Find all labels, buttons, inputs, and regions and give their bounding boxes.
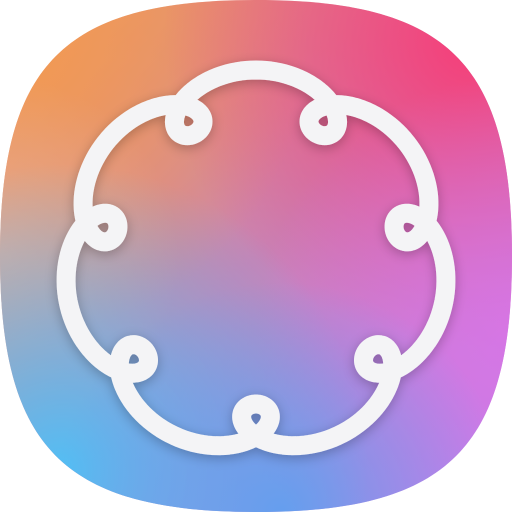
apple-intelligence-icon[interactable] — [0, 0, 512, 512]
app-icon[interactable] — [0, 0, 512, 512]
